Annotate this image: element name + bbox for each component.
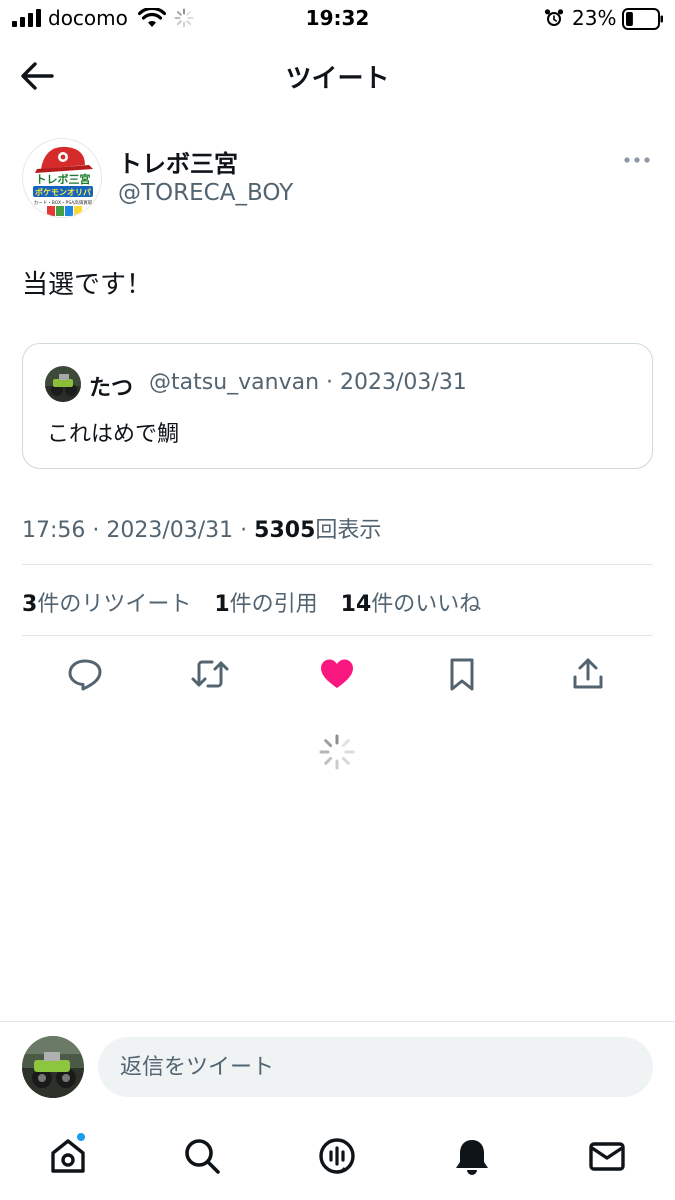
quote-author-name: たつ (89, 376, 134, 401)
tab-messages[interactable] (585, 1134, 629, 1178)
avatar-brand-text: トレボ三宮 (36, 172, 91, 186)
author-handle[interactable]: @TORECA_BOY (118, 180, 293, 206)
tweet-timestamp: 17:56 · 2023/03/31 · 5305回表示 (22, 512, 381, 544)
reply-input[interactable] (98, 1037, 653, 1097)
home-icon (51, 1139, 85, 1173)
messages-icon (589, 1142, 625, 1171)
tab-spaces[interactable] (315, 1134, 359, 1178)
quoted-tweet[interactable]: たつ @tatsu_vanvan · 2023/03/31 これはめで鯛 (22, 343, 653, 469)
divider (22, 635, 653, 636)
alarm-icon (544, 9, 564, 26)
retweet-icon (191, 660, 229, 688)
notification-dot (76, 1132, 86, 1142)
avatar-small-text: カード・BOX・PSA高価買取 (34, 199, 93, 206)
spaces-icon (319, 1138, 355, 1174)
page-title: ツイート (285, 64, 390, 94)
views-count: 5305 (254, 518, 316, 543)
retweets-stat[interactable]: 3件のリツイート (22, 592, 191, 617)
heart-icon (321, 659, 353, 688)
divider (22, 564, 653, 565)
avatar-sub-text: ポケモンオリパ (35, 187, 91, 197)
more-options-icon[interactable] (622, 150, 652, 170)
share-button[interactable] (568, 652, 608, 696)
engagement-stats: 3件のリツイート 1件の引用 14件のいいね (22, 586, 497, 618)
reply-icon (68, 659, 102, 691)
divider (0, 1021, 675, 1022)
tweet-time-date: 17:56 · 2023/03/31 · (22, 518, 255, 543)
tweet-text: 当選です！ (22, 270, 153, 300)
quote-handle-date: @tatsu_vanvan · 2023/03/31 (149, 370, 467, 395)
author-avatar[interactable]: トレボ三宮 ポケモンオリパ カード・BOX・PSA高価買取 (22, 138, 102, 218)
tab-search[interactable] (180, 1134, 224, 1178)
author-name[interactable]: トレボ三宮 (118, 144, 238, 179)
quote-text: これはめで鯛 (47, 422, 180, 447)
bookmark-icon (450, 658, 474, 691)
retweet-button[interactable] (190, 652, 230, 696)
search-icon (185, 1139, 220, 1174)
quote-avatar (45, 366, 81, 402)
quotes-stat[interactable]: 1件の引用 (214, 592, 317, 617)
user-avatar[interactable] (22, 1036, 84, 1098)
tab-bar (0, 1120, 675, 1200)
like-button[interactable] (317, 652, 357, 696)
bookmark-button[interactable] (442, 652, 482, 696)
battery-percent: 23% (572, 6, 617, 30)
tweet-actions (0, 652, 675, 702)
share-icon (573, 658, 603, 689)
tab-notifications[interactable] (450, 1134, 494, 1178)
battery-icon (622, 8, 663, 30)
reply-button[interactable] (65, 652, 105, 696)
loading-spinner-icon (319, 734, 355, 770)
tab-home[interactable] (46, 1132, 90, 1178)
views-label: 回表示 (315, 518, 382, 543)
status-bar: docomo 19:32 23% (0, 0, 675, 38)
header: ツイート (0, 40, 675, 112)
likes-stat[interactable]: 14件のいいね (341, 592, 482, 617)
notifications-icon (456, 1140, 488, 1175)
